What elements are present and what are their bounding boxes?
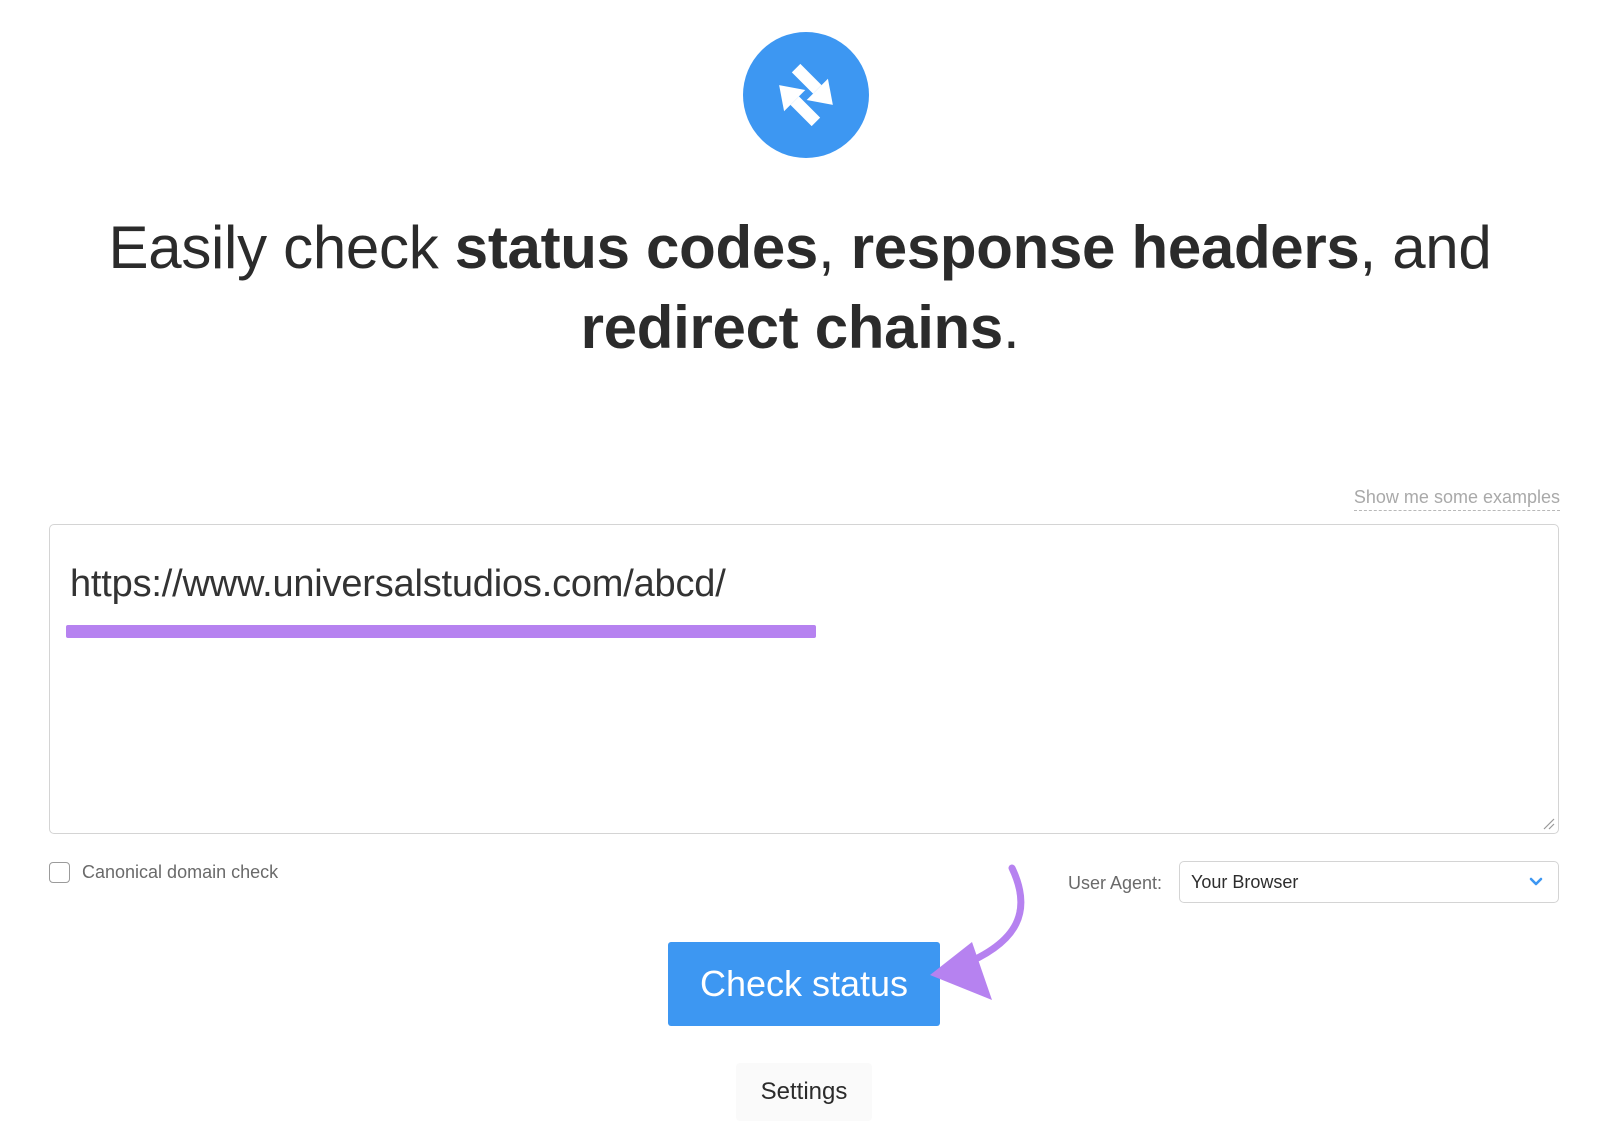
headline-status-codes: status codes [454, 214, 819, 281]
chevron-down-icon [1529, 877, 1543, 886]
canonical-domain-checkbox[interactable] [49, 862, 70, 883]
url-highlight-annotation [66, 625, 816, 638]
canonical-domain-check[interactable]: Canonical domain check [49, 862, 278, 883]
headline-redirect-chains: redirect chains [580, 294, 1004, 361]
url-textarea[interactable]: https://www.universalstudios.com/abcd/ [49, 524, 1559, 834]
logo [743, 32, 869, 158]
user-agent-select[interactable]: Your Browser [1179, 861, 1559, 903]
check-status-button[interactable]: Check status [668, 942, 940, 1026]
settings-button[interactable]: Settings [736, 1063, 872, 1121]
resize-grip-icon[interactable] [1541, 816, 1555, 830]
headline-response-headers: response headers [850, 214, 1360, 281]
url-textarea-value: https://www.universalstudios.com/abcd/ [70, 563, 726, 605]
show-examples-link[interactable]: Show me some examples [1353, 487, 1560, 511]
redirect-arrows-icon [779, 63, 833, 127]
canonical-domain-label: Canonical domain check [82, 862, 279, 882]
user-agent-value: Your Browser [1191, 872, 1299, 892]
page-headline: Easily check status codes, response head… [108, 214, 1492, 361]
user-agent-label: User Agent: [1068, 873, 1163, 893]
